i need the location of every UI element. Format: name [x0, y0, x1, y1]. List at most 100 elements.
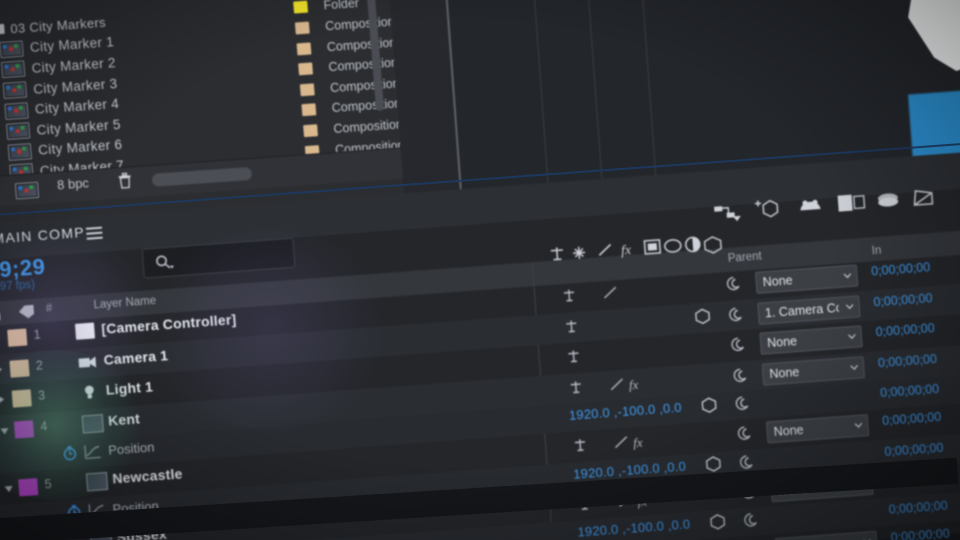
map-landmass-shape	[898, 0, 960, 105]
3d-layer-icon[interactable]	[704, 454, 722, 472]
layer-name[interactable]: [Camera Controller]	[101, 311, 237, 337]
layer-number-header: #	[45, 302, 53, 315]
property-name[interactable]: Position	[108, 439, 155, 457]
project-type-label: Composition	[332, 117, 404, 137]
parent-value: None	[782, 536, 857, 540]
panel-menu-icon[interactable]	[85, 226, 103, 240]
composition-icon	[1, 60, 26, 79]
chevron-down-icon[interactable]	[850, 364, 858, 370]
3d-layer-icon[interactable]	[693, 307, 711, 325]
layer-switches[interactable]	[560, 280, 681, 307]
in-timecode[interactable]: 0;00;00;00	[888, 498, 948, 516]
in-timecode[interactable]: 0;00;00;00	[880, 382, 940, 400]
bit-depth-label[interactable]: 8 bpc	[57, 175, 90, 192]
parent-value: None	[762, 273, 794, 290]
parent-pick-whip-icon[interactable]	[730, 336, 747, 353]
parent-column-header: Parent	[727, 250, 763, 265]
composition-swatch	[299, 83, 315, 97]
parent-value: None	[773, 422, 805, 439]
parent-select[interactable]: None	[774, 530, 878, 540]
parent-value: 1. Camera Co	[764, 300, 840, 320]
in-timecode[interactable]: 0;00;00;00	[871, 260, 931, 278]
project-search-field[interactable]	[151, 166, 253, 187]
layer-name[interactable]: Camera 1	[103, 347, 169, 368]
composition-icon	[14, 182, 40, 200]
layer-number: 1	[33, 327, 42, 342]
after-effects-window: ...ture.jpg 03 City Markers City Marker …	[0, 0, 960, 540]
layer-switches[interactable]: fx	[571, 429, 692, 456]
parent-pick-whip-icon[interactable]	[732, 366, 749, 383]
layer-name[interactable]: Light 1	[105, 378, 153, 397]
folder-icon	[0, 24, 5, 35]
layer-switches[interactable]: fx	[566, 371, 687, 398]
composition-swatch	[301, 103, 317, 117]
layer-number: 5	[44, 477, 53, 492]
layer-name-header: Layer Name	[93, 294, 157, 312]
in-column-header: In	[871, 244, 882, 258]
layer-number: 3	[37, 388, 46, 403]
layer-number: 4	[39, 418, 48, 434]
in-timecode[interactable]: 0;00;00;00	[884, 440, 944, 458]
in-timecode[interactable]: 0;00;00;00	[875, 321, 935, 339]
parent-select[interactable]: None	[759, 325, 863, 355]
parent-select[interactable]: None	[761, 355, 865, 386]
parent-value: None	[766, 334, 798, 351]
layer-label-color[interactable]	[9, 358, 30, 378]
parent-pick-whip-icon[interactable]	[734, 395, 751, 412]
label-tag-icon[interactable]	[17, 304, 36, 320]
layer-label-color[interactable]	[18, 478, 39, 497]
chevron-right-icon[interactable]	[0, 395, 5, 404]
project-item-list: 03 City Markers City Marker 1 City Marke…	[0, 0, 310, 183]
camera-icon	[78, 355, 97, 368]
in-timecode[interactable]: 0;00;00;00	[890, 526, 950, 540]
layer-switches[interactable]	[562, 310, 683, 337]
parent-pick-whip-icon[interactable]	[727, 305, 744, 322]
parent-select[interactable]: None	[765, 414, 870, 444]
composition-swatch	[294, 21, 310, 35]
composition-icon	[6, 122, 31, 141]
stopwatch-icon[interactable]	[62, 445, 78, 461]
in-timecode[interactable]: 0;00;00;00	[877, 351, 937, 369]
layer-name[interactable]: Newcastle	[112, 465, 183, 486]
composition-icon	[85, 471, 109, 492]
chevron-down-icon[interactable]	[0, 427, 9, 435]
parent-pick-whip-icon[interactable]	[743, 511, 760, 528]
trash-icon[interactable]	[116, 171, 133, 189]
chevron-right-icon[interactable]	[0, 364, 3, 374]
parent-value: None	[768, 364, 800, 381]
parent-pick-whip-icon[interactable]	[738, 453, 755, 470]
in-timecode[interactable]: 0;00;00;00	[882, 410, 942, 428]
lock-icon[interactable]	[0, 305, 3, 322]
graph-editor-icon[interactable]	[84, 443, 102, 460]
composition-icon	[0, 40, 24, 59]
search-icon[interactable]	[154, 253, 175, 270]
composition-swatch	[296, 42, 312, 56]
chevron-down-icon[interactable]	[4, 485, 14, 493]
layer-name[interactable]: Kent	[107, 410, 140, 428]
layer-label-color[interactable]	[13, 419, 35, 439]
composition-swatch	[303, 124, 319, 138]
chevron-down-icon[interactable]	[845, 303, 854, 309]
chevron-down-icon[interactable]	[854, 422, 863, 428]
parent-pick-whip-icon[interactable]	[725, 275, 742, 292]
3d-layer-icon[interactable]	[709, 513, 727, 531]
in-timecode[interactable]: 0;00;00;00	[873, 291, 933, 309]
property-value[interactable]: 1920.0 ,-100.0 ,0.0	[568, 400, 682, 423]
project-type-label: Composition	[328, 55, 399, 75]
layer-label-color[interactable]	[7, 328, 28, 347]
chevron-down-icon[interactable]	[843, 273, 852, 279]
layer-number: 2	[35, 357, 44, 373]
parent-pick-whip-icon[interactable]	[736, 425, 753, 442]
layer-label-color[interactable]	[11, 389, 32, 408]
composition-icon	[7, 143, 32, 161]
chevron-down-icon[interactable]	[848, 333, 856, 340]
project-type-label: Composition	[329, 76, 401, 96]
property-value[interactable]: 1920.0 ,-100.0 ,0.0	[577, 516, 691, 539]
3d-layer-icon[interactable]	[700, 396, 718, 414]
project-type-label: Composition	[331, 96, 402, 116]
tab-main-comp[interactable]: MAIN COMP	[0, 224, 85, 247]
parent-select[interactable]: None	[754, 264, 859, 294]
parent-select[interactable]: 1. Camera Co	[757, 294, 861, 325]
layer-switches[interactable]	[564, 340, 685, 367]
composition-icon	[4, 102, 29, 120]
